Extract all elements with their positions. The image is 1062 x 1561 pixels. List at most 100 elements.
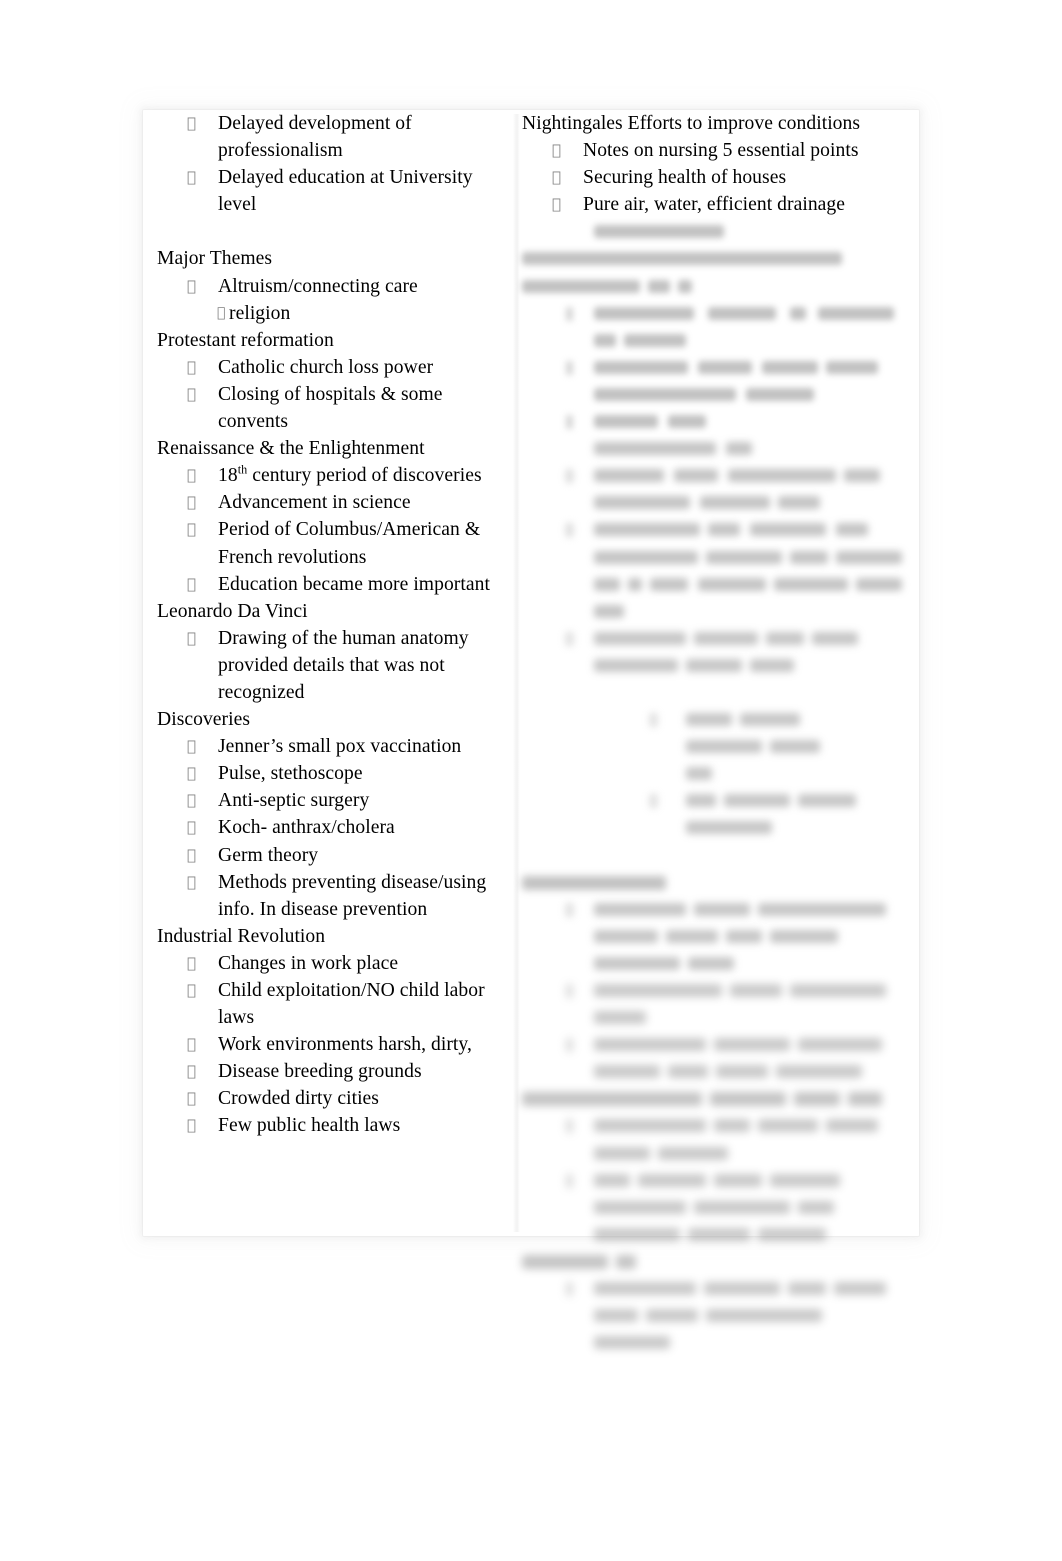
blurred-text-line xyxy=(522,1085,912,1112)
right-column: Nightingales Efforts to improve conditio… xyxy=(522,110,912,1356)
blurred-text-run xyxy=(594,225,724,239)
blurred-text-line xyxy=(522,977,912,1004)
blurred-text-line xyxy=(522,327,912,354)
bullet-text: Jenner’s small pox vaccination xyxy=(218,736,462,758)
blurred-text-line xyxy=(522,408,912,435)
bullet-item: Delayed development of professionalism xyxy=(157,110,509,164)
bullet-item: Pure air, water, efficient drainage xyxy=(522,191,912,218)
bullet-item: Germ theory xyxy=(157,842,509,869)
blurred-text-run xyxy=(594,956,680,970)
bullet-item: Disease breeding grounds xyxy=(157,1058,509,1085)
bullet-item: Advancement in science xyxy=(157,489,509,516)
blurred-text-run xyxy=(594,984,722,997)
bullet-item: Period of Columbus/American & French re… xyxy=(157,516,509,570)
section-heading: Leonardo Da Vinci xyxy=(157,600,308,622)
bullet-item: Jenner’s small pox vaccination xyxy=(157,733,509,760)
blurred-text-run xyxy=(750,523,826,537)
blurred-text-run xyxy=(836,550,902,564)
blurred-text-run xyxy=(658,1146,728,1160)
bullet-icon:  xyxy=(187,571,218,598)
blurred-text-run xyxy=(668,1065,708,1079)
blurred-text-run xyxy=(694,631,758,645)
bullet-text: 18th century period of discoveries xyxy=(218,462,482,487)
blurred-text-run xyxy=(710,1092,786,1107)
bullet-item: Work environments harsh, dirty, xyxy=(157,1031,509,1058)
blurred-text-run xyxy=(834,1282,886,1296)
blurred-text-run xyxy=(698,360,752,374)
blurred-text-run xyxy=(650,577,688,591)
blurred-text-line xyxy=(522,625,912,652)
blurred-text-run xyxy=(628,577,642,591)
bullet-text: Notes on nursing 5 essential points xyxy=(583,140,859,162)
bullet-text: Few public health laws xyxy=(218,1115,401,1137)
blurred-text-line xyxy=(522,1140,912,1167)
blurred-text-run xyxy=(798,1038,882,1052)
bullet-text: Changes in work place xyxy=(218,952,399,974)
blurred-text-run xyxy=(714,1119,750,1133)
bullet-text: Work environments harsh, dirty, xyxy=(218,1034,472,1056)
section-heading: Renaissance & the Enlightenment xyxy=(157,438,425,460)
bullet-icon:  xyxy=(187,950,218,977)
bullet-text: Drawing of the human anatomy provided de… xyxy=(218,627,474,703)
blurred-text-run xyxy=(706,550,782,564)
blurred-text-run xyxy=(770,1173,840,1187)
bullet-icon:  xyxy=(187,489,218,516)
section-heading: Discoveries xyxy=(157,709,251,731)
blurred-bullet-icon xyxy=(566,1038,573,1053)
blurred-text-run xyxy=(594,442,716,456)
blurred-text-line xyxy=(522,462,912,489)
blurred-text-run xyxy=(790,984,886,997)
blurred-text-run xyxy=(758,902,886,916)
bullet-item: Crowded dirty cities xyxy=(157,1085,509,1112)
blurred-text-run xyxy=(594,604,624,618)
blurred-bullet-icon xyxy=(566,1282,573,1297)
blurred-text-line xyxy=(522,273,912,300)
blurred-text-run xyxy=(714,1173,762,1187)
blurred-text-line xyxy=(522,652,912,679)
blurred-text-run xyxy=(750,658,794,672)
blurred-text-run xyxy=(522,1254,608,1269)
bullet-text: Securing health of houses xyxy=(583,167,787,189)
blurred-text-run xyxy=(716,1065,768,1079)
blurred-text-line xyxy=(522,1194,912,1221)
bullet-text: Pure air, water, efficient drainage xyxy=(583,194,846,216)
blurred-text-line xyxy=(522,489,912,516)
bullet-text: religion xyxy=(229,302,291,324)
bullet-icon:  xyxy=(187,1058,218,1085)
blurred-text-run xyxy=(594,577,620,591)
blurred-text-run xyxy=(594,1038,706,1052)
ordinal-suffix: th xyxy=(237,462,248,477)
blurred-text-line xyxy=(522,300,912,327)
blurred-text-run xyxy=(698,577,766,591)
blurred-text-line xyxy=(522,354,912,381)
bullet-text: Methods preventing disease/using info. I… xyxy=(218,871,492,920)
blurred-text-run xyxy=(646,1309,698,1323)
blurred-text-run xyxy=(594,1173,630,1187)
blurred-text-run xyxy=(594,496,690,510)
bullet-text: Koch- anthrax/cholera xyxy=(218,817,395,839)
bullet-item: Child exploitation/NO child labor laws xyxy=(157,977,509,1031)
bullet-text: Germ theory xyxy=(218,844,319,866)
blurred-text-run xyxy=(706,1309,822,1323)
bullet-item: Changes in work place xyxy=(157,950,509,977)
bullet-text: Period of Columbus/American & French rev… xyxy=(218,519,486,568)
bullet-icon:  xyxy=(187,814,218,841)
blurred-text-run xyxy=(594,631,686,645)
bullet-icon:  xyxy=(552,164,583,191)
bullet-item: Anti-septic surgery xyxy=(157,787,509,814)
bullet-icon:  xyxy=(187,787,218,814)
blurred-text-run xyxy=(688,956,734,970)
bullet-item: 18th century period of discoveries xyxy=(157,462,509,489)
bullet-text: Advancement in science xyxy=(218,492,411,514)
bullet-text: Disease breeding grounds xyxy=(218,1061,422,1083)
blurred-text-line xyxy=(522,245,912,272)
blurred-text-line xyxy=(522,544,912,571)
blurred-text-run xyxy=(594,1336,670,1350)
blurred-text-line xyxy=(522,706,912,733)
blurred-text-line xyxy=(522,869,912,896)
bullet-item: Education became more important xyxy=(157,571,509,598)
section-heading: Industrial Revolution xyxy=(157,925,326,947)
blurred-text-run xyxy=(730,984,782,997)
blurred-text-run xyxy=(686,713,732,727)
left-column-body: Delayed development of professionalism … xyxy=(157,110,509,1140)
